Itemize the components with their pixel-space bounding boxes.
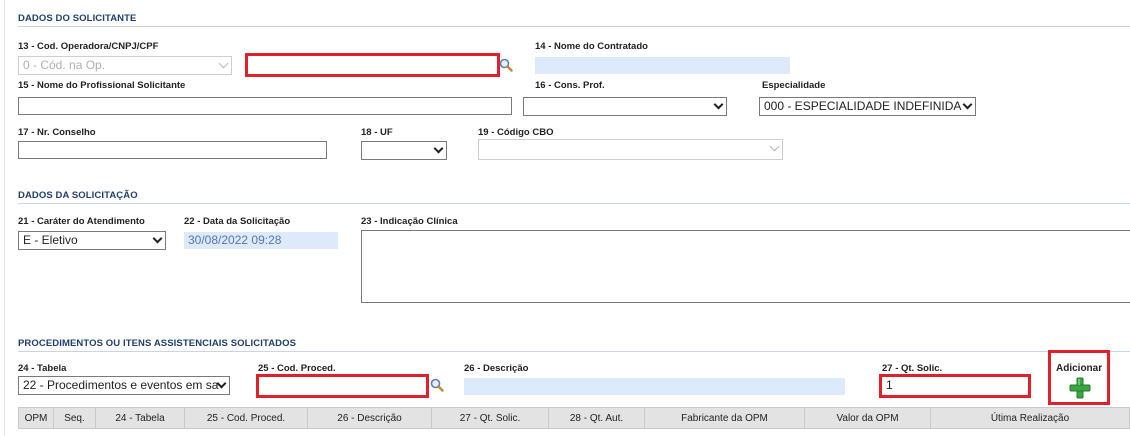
tabela-label: 24 - Tabela bbox=[18, 363, 67, 374]
th-qt-aut: 28 - Qt. Aut. bbox=[549, 408, 645, 428]
search-icon[interactable] bbox=[430, 378, 444, 397]
th-seq: Seq. bbox=[54, 408, 96, 428]
left-border bbox=[4, 0, 5, 436]
cod-proced-label: 25 - Cod. Proced. bbox=[258, 363, 336, 374]
nr-conselho-label: 17 - Nr. Conselho bbox=[18, 127, 96, 138]
especialidade-label: Especialidade bbox=[762, 80, 826, 91]
highlight-box-cod-proced bbox=[256, 374, 429, 398]
data-solicitacao-label: 22 - Data da Solicitação bbox=[184, 216, 291, 227]
th-ultima-realizacao: Útima Realização bbox=[990, 412, 1070, 424]
highlight-box-cod-operadora bbox=[245, 53, 500, 77]
cons-prof-select[interactable] bbox=[523, 97, 727, 116]
nome-profissional-input[interactable] bbox=[18, 97, 512, 115]
section-title-procedimentos: PROCEDIMENTOS OU ITENS ASSISTENCIAIS SOL… bbox=[18, 338, 297, 349]
cons-prof-label: 16 - Cons. Prof. bbox=[535, 80, 605, 91]
data-solicitacao-field: 30/08/2022 09:28 bbox=[184, 232, 338, 249]
chevron-down-icon bbox=[152, 233, 163, 244]
carater-label: 21 - Caráter do Atendimento bbox=[18, 216, 145, 227]
uf-label: 18 - UF bbox=[361, 127, 393, 138]
indicacao-clinica-textarea[interactable] bbox=[361, 230, 1130, 303]
chevron-down-icon bbox=[218, 58, 229, 69]
search-icon[interactable] bbox=[499, 58, 513, 77]
th-opm: OPM bbox=[19, 408, 54, 428]
descricao-field bbox=[464, 378, 845, 395]
cod-operadora-label: 13 - Cod. Operadora/CNPJ/CPF bbox=[18, 41, 159, 52]
section-title-solicitante: DADOS DO SOLICITANTE bbox=[18, 13, 137, 24]
especialidade-select[interactable]: 000 - ESPECIALIDADE INDEFINIDA bbox=[759, 97, 976, 116]
th-tabela: 24 - Tabela bbox=[96, 408, 185, 428]
section-title-solicitacao: DADOS DA SOLICITAÇÃO bbox=[18, 190, 138, 201]
nome-contratado-field bbox=[535, 57, 790, 74]
chevron-down-icon bbox=[433, 143, 444, 154]
th-qt-solic: 27 - Qt. Solic. bbox=[432, 408, 549, 428]
chevron-down-icon bbox=[713, 99, 724, 110]
th-fabricante: Fabricante da OPM bbox=[645, 408, 805, 428]
th-valor-opm: Valor da OPM bbox=[805, 408, 931, 428]
chevron-down-icon bbox=[769, 141, 780, 152]
section-divider bbox=[18, 26, 1130, 27]
descricao-label: 26 - Descrição bbox=[464, 363, 529, 374]
chevron-down-icon bbox=[962, 99, 973, 110]
procedures-table-header: OPM Seq. 24 - Tabela 25 - Cod. Proced. 2… bbox=[18, 407, 1130, 429]
cbo-select[interactable] bbox=[478, 139, 783, 160]
uf-select[interactable] bbox=[361, 141, 447, 160]
cbo-label: 19 - Código CBO bbox=[478, 127, 554, 138]
indicacao-clinica-label: 23 - Indicação Clínica bbox=[361, 216, 458, 227]
nome-contratado-label: 14 - Nome do Contratado bbox=[535, 41, 648, 52]
nome-profissional-label: 15 - Nome do Profissional Solicitante bbox=[18, 80, 186, 91]
section-divider bbox=[18, 351, 1130, 352]
carater-select[interactable]: E - Eletivo bbox=[18, 231, 166, 250]
add-plus-icon[interactable] bbox=[1069, 377, 1091, 399]
th-descricao: 26 - Descrição bbox=[308, 408, 432, 428]
nr-conselho-input[interactable] bbox=[18, 141, 327, 159]
tabela-select[interactable]: 22 - Procedimentos e eventos em sa bbox=[18, 376, 230, 395]
qt-solic-label: 27 - Qt. Solic. bbox=[882, 363, 943, 374]
adicionar-label: Adicionar bbox=[1056, 363, 1103, 374]
th-cod-proced: 25 - Cod. Proced. bbox=[185, 408, 308, 428]
section-divider bbox=[18, 203, 1130, 204]
highlight-box-qt-solic bbox=[879, 374, 1031, 398]
cod-operadora-select[interactable]: 0 - Cód. na Op. bbox=[18, 56, 232, 75]
